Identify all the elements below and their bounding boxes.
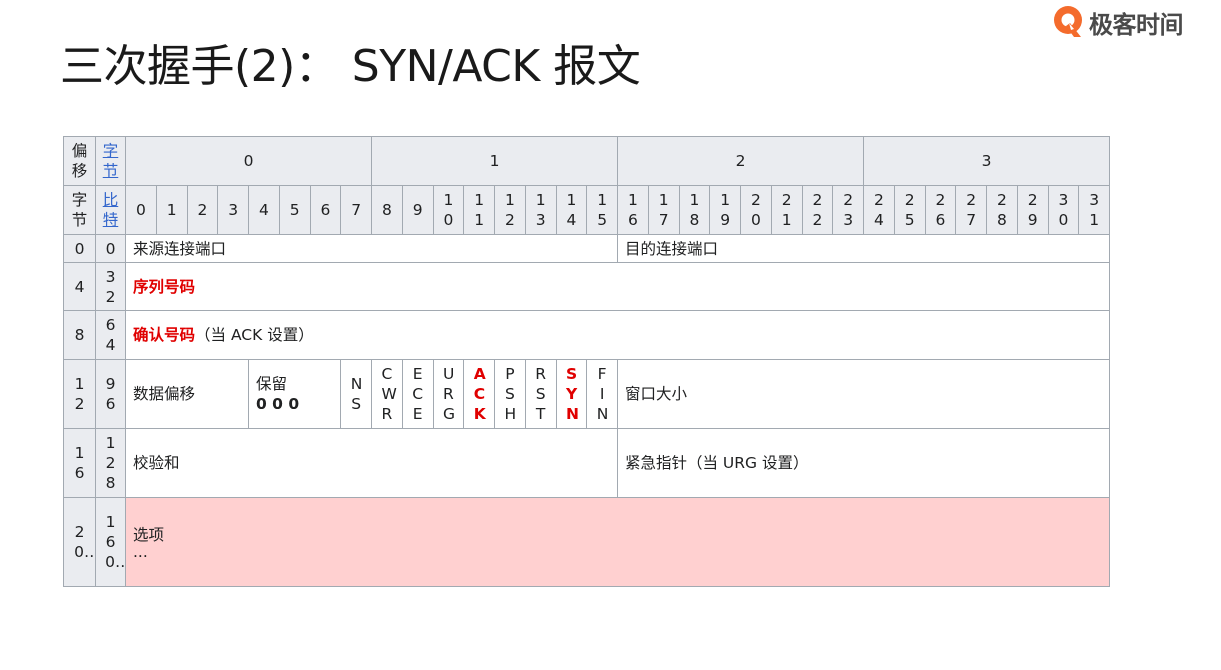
flag-ece: ECE xyxy=(401,359,434,429)
source-port-field: 来源连接端口 xyxy=(125,234,618,263)
bit-header-19: 19 xyxy=(709,185,741,235)
bit-header-28: 28 xyxy=(986,185,1018,235)
flag-ack: ACK xyxy=(463,359,495,429)
corner-bit-link[interactable]: 比特 xyxy=(95,185,126,235)
row-offset-bit: 0 xyxy=(95,234,126,263)
bit-header-12: 12 xyxy=(494,185,526,235)
flag-cwr: CWR xyxy=(371,359,403,429)
bit-header-23: 23 xyxy=(832,185,864,235)
bit-header-6: 6 xyxy=(309,185,342,235)
geekbang-q-logo-icon xyxy=(1054,6,1082,37)
ack-number-field: 确认号码（当 ACK 设置） xyxy=(125,310,1110,360)
row-offset-byte: 4 xyxy=(63,262,96,311)
bit-header-22: 22 xyxy=(801,185,834,235)
bit-header-0: 0 xyxy=(125,185,157,235)
logo-text: 极客时间 xyxy=(1089,10,1184,39)
row-offset-bit: 160… xyxy=(95,497,126,587)
bit-header-16: 16 xyxy=(617,185,649,235)
bit-header-10: 10 xyxy=(432,185,465,235)
row-offset-bit: 96 xyxy=(95,359,126,429)
bit-header-29: 29 xyxy=(1016,185,1049,235)
bit-header-27: 27 xyxy=(955,185,987,235)
window-size-field: 窗口大小 xyxy=(617,359,1110,429)
tcp-header-table: 偏移 字节 0123 字节 比特 0 1 2 3 4 5 6 7 8 9 10 11 12 13 14 15 1… xyxy=(63,136,1110,587)
row-offset-byte: 8 xyxy=(63,310,96,360)
checksum-field: 校验和 xyxy=(125,428,618,498)
reserved-field: 保留 0 0 0 xyxy=(247,359,342,429)
bit-header-15: 15 xyxy=(586,185,618,235)
bit-header-2: 2 xyxy=(186,185,219,235)
corner-byte: 字节 xyxy=(63,185,96,235)
flag-fin: FIN xyxy=(586,359,618,429)
row-offset-bit: 32 xyxy=(95,262,126,311)
bit-header-1: 1 xyxy=(155,185,188,235)
row-offset-bit: 128 xyxy=(95,428,126,498)
destination-port-field: 目的连接端口 xyxy=(617,234,1110,263)
options-field: 选项... xyxy=(125,497,1110,587)
byte-header-2: 2 xyxy=(617,136,864,186)
bit-header-26: 26 xyxy=(924,185,957,235)
urgent-pointer-field: 紧急指针（当 URG 设置） xyxy=(617,428,1110,498)
flag-ns: NS xyxy=(340,359,372,429)
flag-urg: URG xyxy=(432,359,465,429)
byte-header-3: 3 xyxy=(863,136,1110,186)
flag-syn: SYN xyxy=(555,359,588,429)
bit-header-9: 9 xyxy=(401,185,434,235)
byte-header-1: 1 xyxy=(371,136,618,186)
row-offset-byte: 12 xyxy=(63,359,96,429)
page-title: 三次握手(2)： SYN/ACK 报文 xyxy=(60,41,641,92)
bit-header-7: 7 xyxy=(340,185,372,235)
bit-header-20: 20 xyxy=(740,185,772,235)
bit-header-31: 31 xyxy=(1078,185,1110,235)
row-offset-bit: 64 xyxy=(95,310,126,360)
bit-header-21: 21 xyxy=(770,185,803,235)
bit-header-11: 11 xyxy=(463,185,495,235)
row-offset-byte: 20… xyxy=(63,497,96,587)
bit-header-14: 14 xyxy=(555,185,588,235)
byte-header-0: 0 xyxy=(125,136,372,186)
corner-offset: 偏移 xyxy=(63,136,96,186)
bit-header-13: 13 xyxy=(524,185,557,235)
bit-header-24: 24 xyxy=(863,185,895,235)
flag-rst: RST xyxy=(524,359,557,429)
bit-header-3: 3 xyxy=(217,185,249,235)
flag-psh: PSH xyxy=(494,359,526,429)
bit-header-5: 5 xyxy=(278,185,311,235)
bit-header-17: 17 xyxy=(647,185,680,235)
row-offset-byte: 16 xyxy=(63,428,96,498)
bit-header-18: 18 xyxy=(678,185,711,235)
data-offset-field: 数据偏移 xyxy=(125,359,249,429)
row-offset-byte: 0 xyxy=(63,234,96,263)
bit-header-30: 30 xyxy=(1047,185,1080,235)
bit-header-4: 4 xyxy=(248,185,280,235)
corner-byte-link[interactable]: 字节 xyxy=(95,136,126,186)
bit-header-8: 8 xyxy=(371,185,403,235)
brand-logo: 极客时间 xyxy=(1053,4,1184,40)
sequence-number-field: 序列号码 xyxy=(125,262,1110,311)
bit-header-25: 25 xyxy=(893,185,926,235)
